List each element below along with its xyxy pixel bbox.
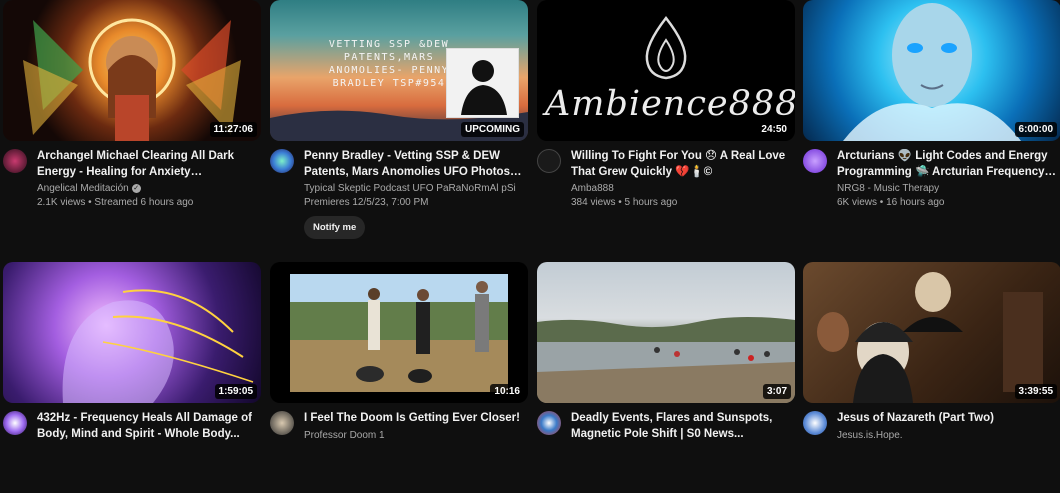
channel-name[interactable]: Professor Doom 1 [304, 429, 524, 443]
arcturian-face [843, 3, 1021, 141]
video-title[interactable]: I Feel The Doom Is Getting Ever Closer! [304, 411, 524, 427]
video-card[interactable]: 11:27:06 Archangel Michael Clearing All … [3, 0, 261, 231]
channel-avatar[interactable] [270, 149, 294, 173]
video-card[interactable]: 3:39:55 Jesus of Nazareth (Part Two) Jes… [803, 262, 1060, 493]
video-card[interactable]: 6:00:00 Arcturians 👽 Light Codes and Ene… [803, 0, 1060, 231]
channel-avatar[interactable] [803, 411, 827, 435]
channel-name[interactable]: NRG8 - Music Therapy [837, 182, 1057, 196]
duration-badge: 3:39:55 [1014, 384, 1057, 399]
upcoming-badge: UPCOMING [461, 122, 524, 137]
duration-badge: 6:00:00 [1014, 122, 1057, 137]
video-thumbnail[interactable]: 1:59:05 [3, 262, 261, 403]
video-title[interactable]: Archangel Michael Clearing All Dark Ener… [37, 149, 257, 180]
channel-avatar[interactable] [537, 411, 561, 435]
video-card[interactable]: 3:07 Deadly Events, Flares and Sunspots,… [537, 262, 795, 493]
duration-badge: 10:16 [490, 384, 524, 399]
notify-me-button[interactable]: Notify me [304, 216, 366, 239]
channel-name[interactable]: Angelical Meditación ✓ [37, 182, 257, 196]
video-title[interactable]: Arcturians 👽 Light Codes and Energy Prog… [837, 149, 1057, 180]
video-title[interactable]: Deadly Events, Flares and Sunspots, Magn… [571, 411, 791, 442]
verified-icon: ✓ [131, 183, 141, 193]
duration-badge: 11:27:06 [209, 122, 257, 137]
video-thumbnail[interactable]: 10:16 [270, 262, 528, 403]
video-thumbnail[interactable]: 6:00:00 [803, 0, 1060, 141]
premiere-time: Premieres 12/5/23, 7:00 PM [304, 197, 429, 208]
video-card[interactable]: 10:16 I Feel The Doom Is Getting Ever Cl… [270, 262, 528, 493]
guest-photo [446, 48, 519, 118]
thumbnail-caption: Ambience888 [545, 84, 795, 124]
channel-name[interactable]: Typical Skeptic Podcast UFO PaRaNoRmAl p… [304, 182, 524, 196]
video-title[interactable]: Willing To Fight For You 😞 A Real Love T… [571, 149, 791, 180]
video-thumbnail[interactable]: Ambience888 24:50 [537, 0, 795, 141]
channel-avatar[interactable] [3, 411, 27, 435]
video-thumbnail[interactable]: 11:27:06 [3, 0, 261, 141]
video-title[interactable]: Penny Bradley - Vetting SSP & DEW Patent… [304, 149, 524, 180]
person-portrait [447, 49, 518, 117]
video-card[interactable]: 1:59:05 432Hz - Frequency Heals All Dama… [3, 262, 261, 493]
channel-avatar[interactable] [537, 149, 561, 173]
video-thumbnail[interactable]: VETTING SSP &DEW PATENTS,MARS ANOMOLIES-… [270, 0, 528, 141]
video-card[interactable]: Ambience888 24:50 Willing To Fight For Y… [537, 0, 795, 231]
channel-name[interactable]: Amba888 [571, 182, 791, 196]
channel-name[interactable]: Jesus.is.Hope. [837, 429, 1057, 443]
video-thumbnail[interactable]: 3:39:55 [803, 262, 1060, 403]
channel-avatar[interactable] [803, 149, 827, 173]
archangel-artwork [23, 18, 241, 141]
channel-avatar[interactable] [270, 411, 294, 435]
flood-scene-photo [537, 316, 795, 403]
video-card[interactable]: VETTING SSP &DEW PATENTS,MARS ANOMOLIES-… [270, 0, 528, 239]
duration-badge: 3:07 [762, 384, 791, 399]
video-thumbnail[interactable]: 3:07 [537, 262, 795, 403]
video-stats: 6K views • 16 hours ago [837, 197, 945, 208]
channel-avatar[interactable] [3, 149, 27, 173]
video-title[interactable]: Jesus of Nazareth (Part Two) [837, 411, 1057, 427]
biblical-scene-photo [817, 272, 1043, 403]
video-title[interactable]: 432Hz - Frequency Heals All Damage of Bo… [37, 411, 257, 442]
duration-badge: 1:59:05 [214, 384, 257, 399]
video-stats: 384 views • 5 hours ago [571, 197, 678, 208]
glowing-head-artwork [62, 289, 254, 403]
desert-hikers-photo [290, 274, 508, 392]
channel-name-text: Angelical Meditación [37, 183, 129, 194]
video-stats: 2.1K views • Streamed 6 hours ago [37, 197, 194, 208]
duration-badge: 24:50 [757, 122, 791, 137]
